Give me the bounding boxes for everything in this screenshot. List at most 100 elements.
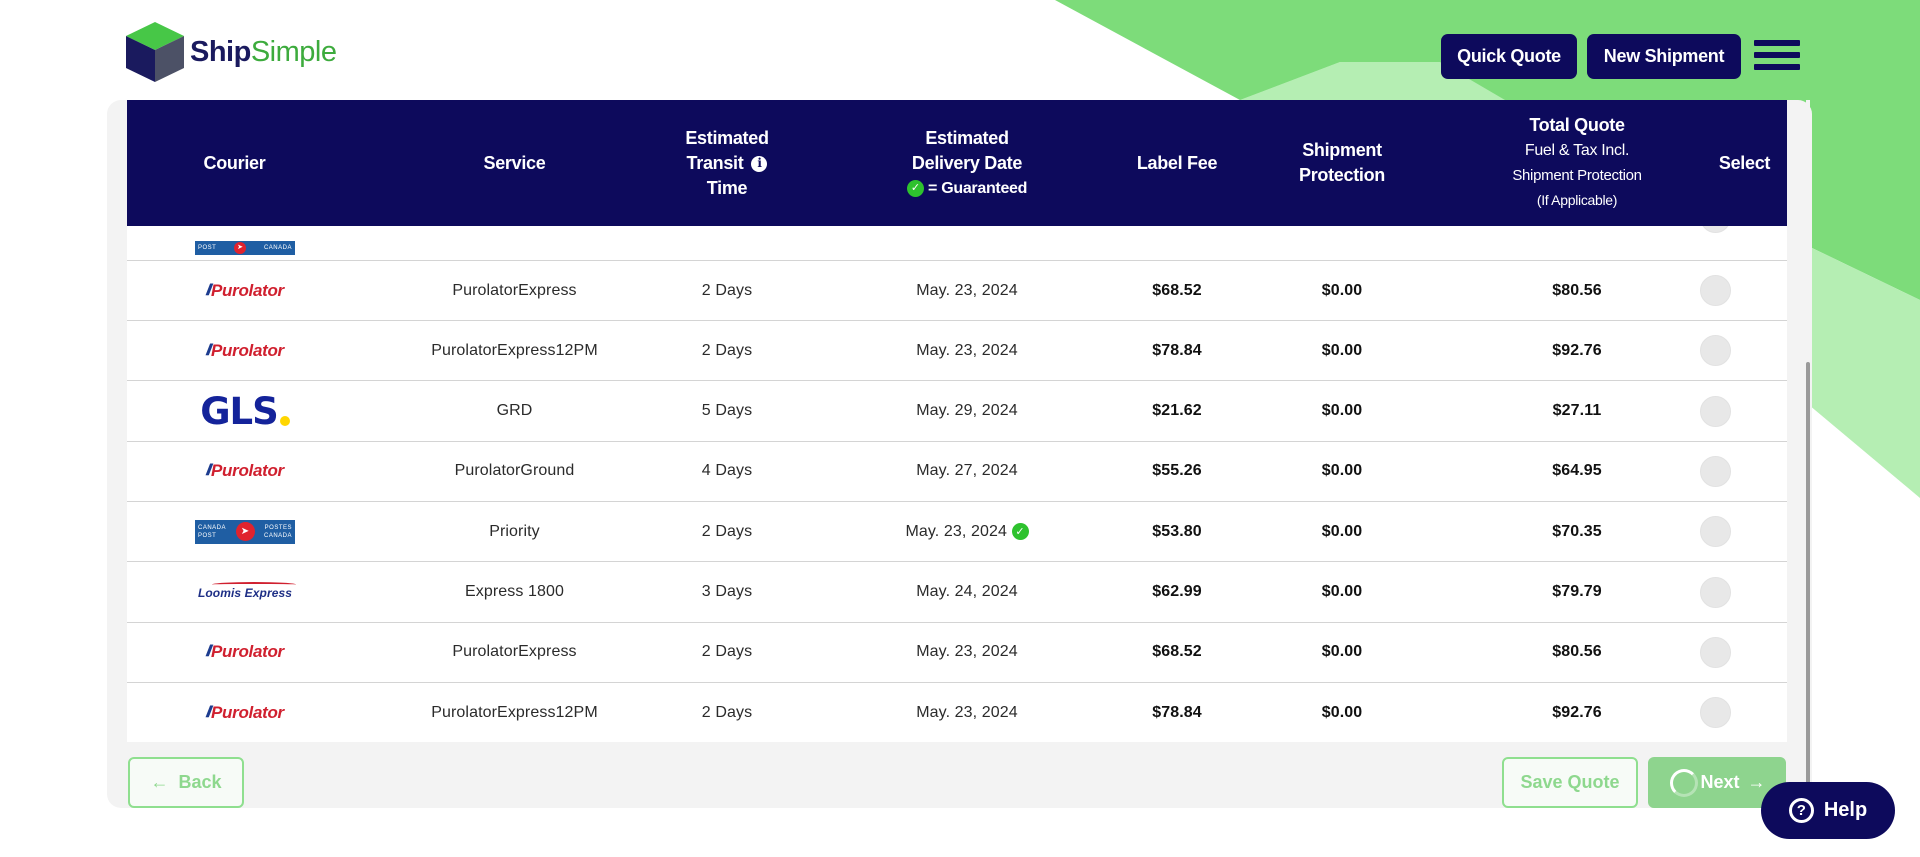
scrollbar-thumb[interactable] (1806, 362, 1810, 807)
protection-cell: $0.00 (1321, 522, 1363, 540)
service-cell: PurolatorGround (454, 462, 575, 480)
protection-cell: $0.00 (1321, 703, 1363, 721)
label-fee-cell: $55.26 (1152, 462, 1202, 480)
label-fee-cell: $78.84 (1152, 703, 1202, 721)
select-radio[interactable] (1698, 321, 1732, 380)
table-row[interactable]: //Purolator PurolatorGround 4 Days May. 27,… (127, 441, 1787, 502)
gls-logo-icon: GLS (165, 382, 325, 441)
guaranteed-check-icon: ✓ (906, 179, 924, 197)
service-cell: GRD (496, 402, 533, 420)
table-row[interactable]: Loomis Express Express 1800 3 Days May. 24,… (127, 562, 1787, 623)
question-icon: ? (1788, 798, 1814, 823)
loading-spinner-icon (1670, 769, 1698, 797)
brand-logo[interactable]: ShipSimple (124, 20, 337, 84)
total-quote-cell: $80.56 (1552, 643, 1602, 661)
select-radio[interactable] (1698, 442, 1732, 501)
save-quote-label: Save Quote (1520, 772, 1620, 792)
service-cell: Priority (489, 522, 540, 540)
select-radio[interactable] (1698, 502, 1732, 561)
transit-cell: 2 Days (701, 703, 753, 721)
save-quote-button[interactable]: Save Quote (1502, 757, 1638, 808)
service-cell: PurolatorExpress (452, 281, 577, 299)
service-cell: PurolatorExpress12PM (431, 341, 598, 359)
hamburger-menu-icon[interactable] (1754, 40, 1800, 74)
delivery-date-cell: May. 23, 2024 ✓ (857, 502, 1077, 561)
total-quote-cell: $79.79 (1552, 583, 1602, 600)
back-button[interactable]: ← Back (128, 757, 244, 808)
transit-cell: 2 Days (701, 341, 753, 359)
back-label: Back (178, 772, 222, 792)
help-button[interactable]: ? Help (1761, 782, 1895, 839)
table-row[interactable]: //Purolator PurolatorExpress 2 Days May. 23… (127, 622, 1787, 683)
protection-cell: $0.00 (1321, 341, 1363, 359)
header-shipment-protection: Shipment Protection (1298, 140, 1385, 185)
next-label: Next (1700, 772, 1740, 792)
total-quote-cell: $70.35 (1552, 522, 1602, 540)
delivery-date-cell: May. 27, 2024 (916, 462, 1018, 480)
label-fee-cell: $78.84 (1152, 341, 1202, 359)
label-fee-cell: $68.52 (1152, 281, 1202, 299)
select-radio[interactable] (1698, 623, 1732, 682)
header-service: Service (483, 152, 546, 173)
transit-cell: 4 Days (701, 462, 753, 480)
page: ShipSimple Quick Quote New Shipment POST… (0, 0, 1920, 857)
header-courier: Courier (203, 152, 266, 173)
header-transit-time: Estimated Transit i Time (685, 127, 769, 198)
total-quote-cell: $64.95 (1552, 462, 1602, 480)
label-fee-cell: $53.80 (1152, 522, 1202, 540)
purolator-logo-icon: //Purolator (206, 340, 284, 360)
new-shipment-button[interactable]: New Shipment (1587, 34, 1741, 79)
delivery-date-cell: May. 23, 2024 (916, 341, 1018, 359)
transit-cell: 2 Days (701, 643, 753, 661)
select-radio[interactable] (1698, 563, 1732, 622)
total-quote-cell: $27.11 (1552, 402, 1602, 420)
total-quote-cell: $92.76 (1552, 703, 1602, 721)
select-radio[interactable] (1698, 382, 1732, 441)
protection-cell: $0.00 (1321, 462, 1363, 480)
purolator-logo-icon: //Purolator (206, 461, 284, 481)
protection-cell: $0.00 (1321, 643, 1363, 661)
table-row[interactable]: GLS GRD 5 Days May. 29, 2024 $21.62 $0.00 $27.… (127, 381, 1787, 442)
header-delivery-date: Estimated Delivery Date ✓ = Guaranteed (857, 100, 1077, 226)
label-fee-cell: $21.62 (1152, 402, 1202, 420)
transit-cell: 3 Days (701, 583, 753, 600)
purolator-logo-icon: //Purolator (206, 280, 284, 300)
brand-name-simple: Simple (250, 35, 337, 68)
service-cell: PurolatorExpress (452, 643, 577, 661)
delivery-date-cell: May. 23, 2024 (916, 281, 1018, 299)
total-quote-cell: $80.56 (1552, 281, 1602, 299)
arrow-left-icon: ← (150, 772, 169, 792)
service-cell: PurolatorExpress12PM (431, 703, 598, 721)
service-cell: Express 1800 (464, 583, 565, 600)
total-quote-cell: $92.76 (1552, 341, 1602, 359)
delivery-date-cell: May. 24, 2024 (916, 583, 1018, 600)
delivery-date-cell: May. 29, 2024 (916, 402, 1018, 420)
table-row[interactable]: CANADA POST ➤ POSTES CANADA Priority 2 Days May… (127, 502, 1787, 563)
transit-cell: 2 Days (701, 522, 753, 540)
label-fee-cell: $68.52 (1152, 643, 1202, 661)
protection-cell: $0.00 (1321, 281, 1363, 299)
delivery-date-cell: May. 23, 2024 (916, 703, 1018, 721)
quote-table: POST ➤ CANADA Courier Service Estimated … (127, 100, 1787, 742)
canada-post-logo-icon: CANADA POST ➤ POSTES CANADA (165, 502, 325, 561)
delivery-date-cell: May. 23, 2024 (916, 643, 1018, 661)
arrow-right-icon: → (1747, 772, 1766, 792)
protection-cell: $0.00 (1321, 583, 1363, 600)
select-radio[interactable] (1698, 683, 1732, 742)
transit-cell: 5 Days (701, 402, 753, 420)
info-icon[interactable]: i (751, 155, 768, 172)
table-row[interactable]: //Purolator PurolatorExpress12PM 2 Days May… (127, 683, 1787, 742)
table-header: Courier Service Estimated Transit i Time … (127, 100, 1787, 226)
help-label: Help (1823, 799, 1868, 821)
table-row[interactable]: //Purolator PurolatorExpress12PM 2 Days May… (127, 321, 1787, 382)
label-fee-cell: $62.99 (1152, 583, 1202, 600)
quick-quote-button[interactable]: Quick Quote (1441, 34, 1577, 79)
protection-cell: $0.00 (1321, 402, 1363, 420)
table-row[interactable]: //Purolator PurolatorExpress 2 Days May. 23… (127, 261, 1787, 321)
loomis-express-logo-icon: Loomis Express (197, 582, 297, 600)
purolator-logo-icon: //Purolator (206, 702, 284, 722)
cube-logo-icon (126, 22, 184, 82)
select-radio[interactable] (1698, 261, 1732, 320)
header-select: Select (1718, 152, 1771, 173)
purolator-logo-icon: //Purolator (206, 642, 284, 662)
